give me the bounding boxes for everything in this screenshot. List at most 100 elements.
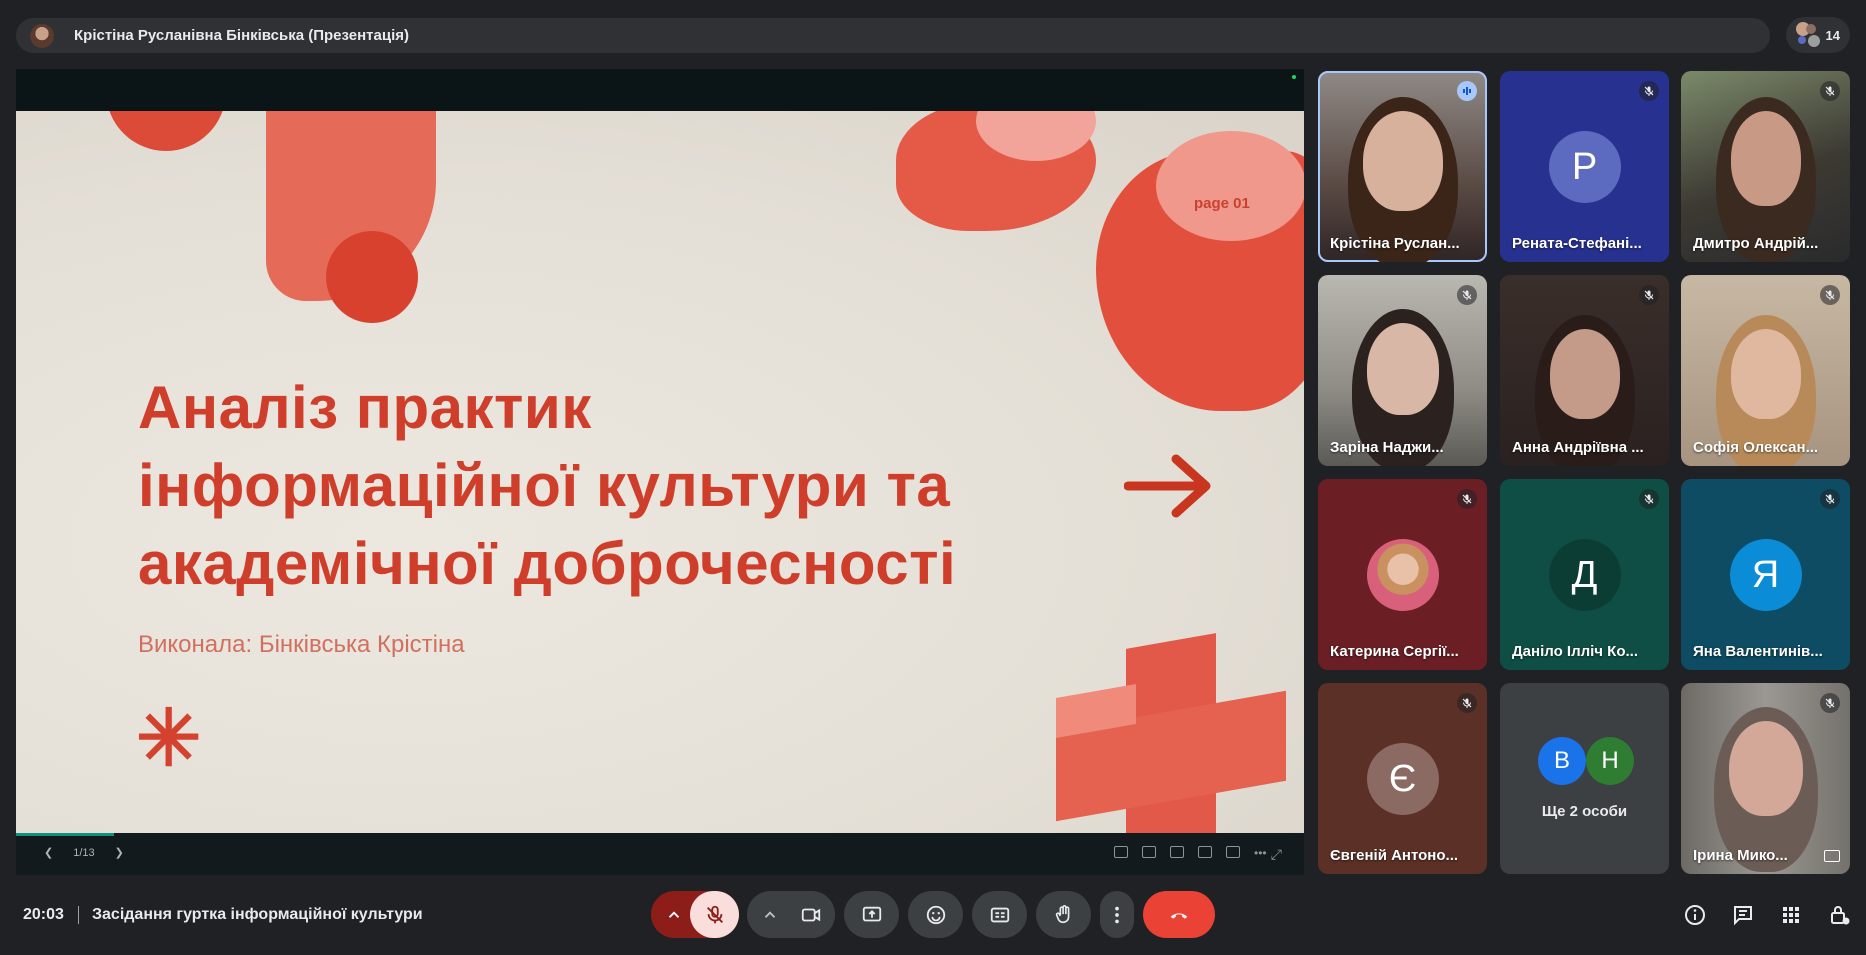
- mic-off-icon: [1820, 81, 1840, 101]
- mic-off-icon: [706, 905, 723, 923]
- captions-icon[interactable]: [1170, 846, 1184, 858]
- participant-tile[interactable]: Я Яна Валентинів...: [1681, 479, 1850, 670]
- participant-avatar: Є: [1366, 743, 1439, 815]
- captions-button[interactable]: [972, 891, 1027, 938]
- microphone-button[interactable]: [690, 891, 739, 938]
- participant-name: Дмитро Андрій...: [1693, 235, 1819, 252]
- stage-tool-icons: •••: [1114, 846, 1268, 860]
- participant-tile[interactable]: Є Євгеній Антоно...: [1318, 683, 1487, 874]
- reactions-button[interactable]: [908, 891, 963, 938]
- participant-avatar: В: [1538, 737, 1586, 785]
- slide-title-line-1: Аналіз практик: [138, 374, 592, 441]
- next-slide-icon[interactable]: ❯: [115, 846, 124, 859]
- present-screen-icon: [862, 906, 881, 921]
- participant-face: [1549, 329, 1620, 419]
- participant-name: Рената-Стефані...: [1512, 235, 1642, 252]
- participant-face: [1362, 111, 1443, 211]
- participant-avatar: [1366, 539, 1439, 611]
- mic-off-icon: [1820, 693, 1840, 713]
- activities-icon[interactable]: [1778, 902, 1804, 928]
- participant-tile[interactable]: Заріна Наджи...: [1318, 275, 1487, 466]
- raise-hand-button[interactable]: [1036, 891, 1091, 938]
- slide-progress-bar: [16, 833, 114, 836]
- side-panel-buttons: [1682, 902, 1852, 928]
- more-vert-icon: [1115, 906, 1119, 923]
- participant-face: [1730, 329, 1801, 419]
- camera-button[interactable]: [786, 891, 835, 938]
- presentation-stage[interactable]: page 01 Аналіз практик інформаційної кул…: [16, 69, 1304, 875]
- closed-captions-icon: [990, 907, 1009, 922]
- participant-tile[interactable]: Крістіна Руслан...: [1318, 71, 1487, 262]
- decor-blob-top-left: [106, 111, 226, 151]
- participant-name: Софія Олексан...: [1693, 439, 1819, 456]
- participant-avatar: Р: [1548, 131, 1621, 203]
- decor-blob-circle: [326, 231, 418, 323]
- mic-off-icon: [1820, 285, 1840, 305]
- hand-icon: [1055, 904, 1069, 923]
- leave-call-button[interactable]: [1143, 891, 1215, 938]
- participant-name: Крістіна Руслан...: [1330, 235, 1460, 252]
- participant-tile[interactable]: Софія Олексан...: [1681, 275, 1850, 466]
- clock: 20:03: [23, 906, 64, 923]
- mic-off-icon: [1457, 489, 1477, 509]
- participant-avatar: Я: [1729, 539, 1802, 611]
- slide-controls: [16, 833, 1304, 875]
- participant-tile[interactable]: Дмитро Андрій...: [1681, 71, 1850, 262]
- participant-face: [1728, 721, 1803, 816]
- participants-button[interactable]: 14: [1786, 17, 1850, 53]
- slide: page 01 Аналіз практик інформаційної кул…: [16, 111, 1304, 833]
- participant-tile[interactable]: Анна Андріївна ...: [1500, 275, 1669, 466]
- participant-name: Анна Андріївна ...: [1512, 439, 1644, 456]
- present-button[interactable]: [844, 891, 899, 938]
- participant-name: Євгеній Антоно...: [1330, 847, 1459, 864]
- more-icon[interactable]: •••: [1254, 846, 1268, 860]
- speaking-indicator-icon: [1457, 81, 1477, 101]
- fit-icon[interactable]: [1198, 846, 1212, 858]
- pointer-icon[interactable]: [1142, 846, 1156, 858]
- more-options-button[interactable]: [1100, 891, 1134, 938]
- participant-name: Заріна Наджи...: [1330, 439, 1444, 456]
- participants-avatars-icon: [1796, 22, 1822, 48]
- slide-title: Аналіз практик інформаційної культури та…: [138, 369, 956, 603]
- mic-off-icon: [1820, 489, 1840, 509]
- more-participants-label: Ще 2 особи: [1541, 803, 1628, 820]
- slide-counter: 1/13: [73, 846, 95, 859]
- arrow-right-icon: [1123, 451, 1216, 526]
- layout-icon[interactable]: [1226, 846, 1240, 858]
- previous-slide-icon[interactable]: ❮: [44, 846, 53, 859]
- control-bar: 20:03 Засідання гуртка інформаційної кул…: [0, 880, 1866, 955]
- participant-tile[interactable]: Ірина Мико...: [1681, 683, 1850, 874]
- presentation-header[interactable]: Крістіна Русланівна Бінківська (Презента…: [16, 18, 1770, 53]
- participant-face: [1730, 111, 1801, 206]
- fullscreen-icon[interactable]: ⤢: [1271, 846, 1282, 863]
- live-indicator: [1292, 75, 1296, 79]
- participant-name: Даніло Ілліч Ко...: [1512, 643, 1639, 660]
- chevron-up-icon: [668, 910, 680, 918]
- mic-off-icon: [1457, 693, 1477, 713]
- meeting-title: Засідання гуртка інформаційної культури: [92, 906, 423, 923]
- mic-off-icon: [1639, 81, 1659, 101]
- participant-tile[interactable]: В Н Ще 2 особи: [1500, 683, 1669, 874]
- participant-name: Ірина Мико...: [1693, 847, 1788, 864]
- mic-off-icon: [1639, 285, 1659, 305]
- picture-in-picture-icon[interactable]: [1824, 850, 1840, 862]
- zoom-icon[interactable]: [1114, 846, 1128, 858]
- participant-avatar: Д: [1548, 539, 1621, 611]
- participant-tile[interactable]: Катерина Сергії...: [1318, 479, 1487, 670]
- slide-author: Виконала: Бінківська Крістіна: [138, 631, 465, 658]
- participant-avatar: Н: [1586, 737, 1634, 785]
- emoji-icon: [926, 905, 945, 924]
- asterisk-icon: ✳: [136, 694, 202, 782]
- stage-top-strip: [16, 69, 1304, 111]
- camera-icon: [801, 908, 820, 921]
- end-call-icon: [1170, 912, 1188, 919]
- chat-icon[interactable]: [1730, 902, 1756, 928]
- participant-tile[interactable]: Д Даніло Ілліч Ко...: [1500, 479, 1669, 670]
- slide-title-line-2: інформаційної культури та: [138, 452, 951, 519]
- info-icon[interactable]: [1682, 902, 1708, 928]
- participant-tile[interactable]: Р Рената-Стефані...: [1500, 71, 1669, 262]
- separator: [78, 906, 79, 924]
- slide-page-label: page 01: [1194, 195, 1250, 212]
- mic-off-icon: [1639, 489, 1659, 509]
- host-controls-lock-icon[interactable]: [1826, 902, 1852, 928]
